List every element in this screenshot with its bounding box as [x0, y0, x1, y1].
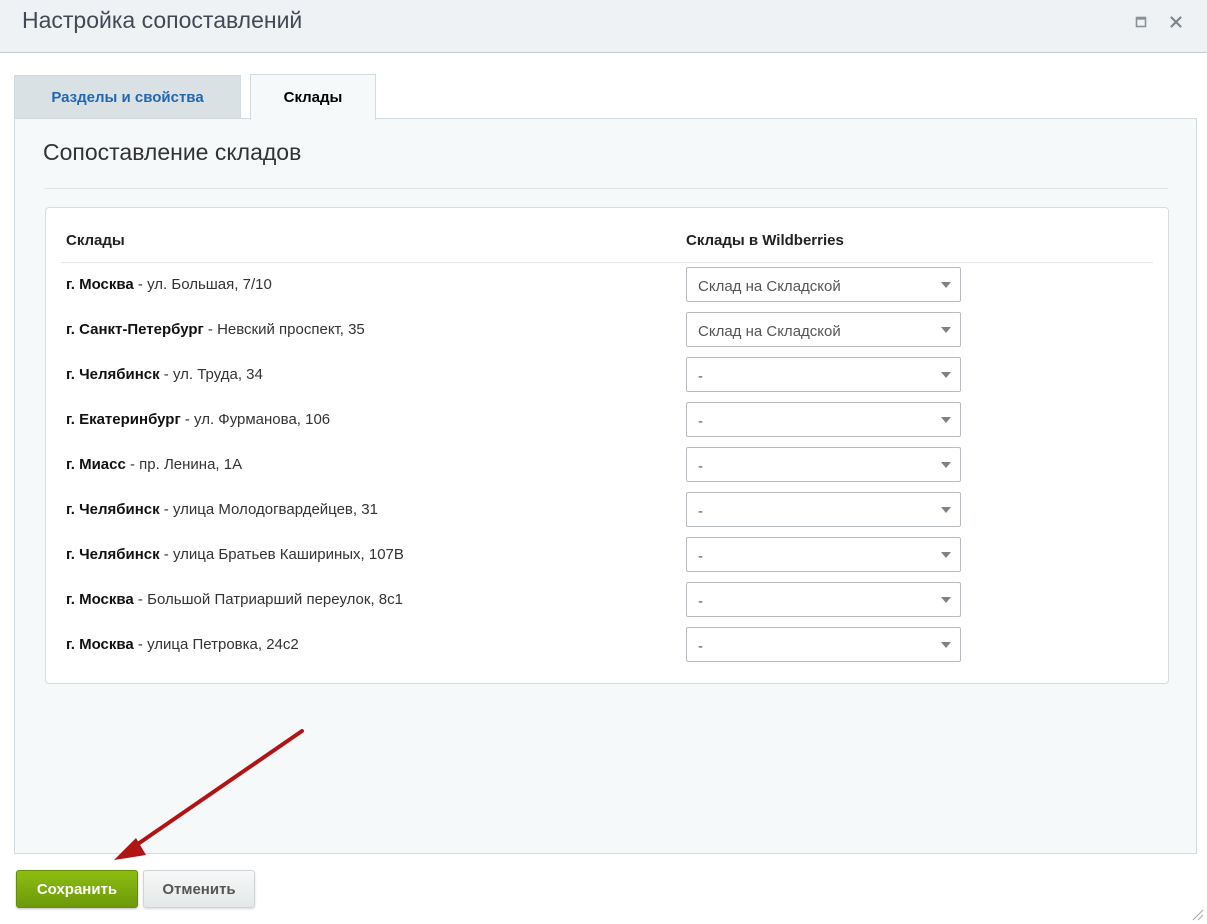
tab-stores[interactable]: Склады [250, 74, 376, 120]
table-row: г. Екатеринбург - ул. Фурманова, 106 - [46, 398, 1170, 443]
wildberries-store-select[interactable]: - [686, 627, 961, 662]
wildberries-store-select[interactable]: - [686, 537, 961, 572]
table-row: г. Челябинск - ул. Труда, 34 - [46, 353, 1170, 398]
settings-dialog: Настройка сопоставлений Разделы и свойст… [0, 0, 1207, 924]
chevron-down-icon [941, 597, 951, 603]
store-street: - ул. Труда, 34 [159, 366, 263, 383]
tab-content-panel: Сопоставление складов Склады Склады в Wi… [14, 118, 1197, 854]
store-address: г. Санкт-Петербург - Невский проспект, 3… [66, 321, 365, 338]
maximize-icon[interactable] [1131, 12, 1151, 32]
store-city: г. Москва [66, 636, 134, 653]
store-address: г. Челябинск - улица Братьев Кашириных, … [66, 546, 404, 563]
section-heading: Сопоставление складов [43, 139, 302, 165]
store-street: - улица Братьев Кашириных, 107В [159, 546, 404, 563]
wildberries-store-select[interactable]: Склад на Складской [686, 267, 961, 302]
store-street: - Большой Патриарший переулок, 8с1 [133, 591, 403, 608]
chevron-down-icon [941, 552, 951, 558]
select-value: - [698, 593, 703, 610]
store-address: г. Москва - улица Петровка, 24с2 [66, 636, 299, 653]
select-value: Склад на Складской [698, 278, 841, 295]
dialog-titlebar: Настройка сопоставлений [0, 0, 1207, 53]
save-button[interactable]: Сохранить [16, 870, 138, 908]
select-value: - [698, 458, 703, 475]
column-header-stores: Склады [66, 232, 125, 249]
wildberries-store-select[interactable]: - [686, 492, 961, 527]
chevron-down-icon [941, 642, 951, 648]
table-row: г. Москва - ул. Большая, 7/10 Склад на С… [46, 263, 1170, 308]
store-address: г. Москва - Большой Патриарший переулок,… [66, 591, 403, 608]
divider [44, 188, 1168, 189]
wildberries-store-select[interactable]: - [686, 402, 961, 437]
store-address: г. Москва - ул. Большая, 7/10 [66, 276, 272, 293]
store-address: г. Миасс - пр. Ленина, 1А [66, 456, 242, 473]
store-city: г. Москва [66, 276, 134, 293]
store-address: г. Екатеринбург - ул. Фурманова, 106 [66, 411, 330, 428]
select-value: - [698, 503, 703, 520]
store-address: г. Челябинск - ул. Труда, 34 [66, 366, 263, 383]
table-row: г. Санкт-Петербург - Невский проспект, 3… [46, 308, 1170, 353]
table-row: г. Москва - Большой Патриарший переулок,… [46, 578, 1170, 623]
cancel-button[interactable]: Отменить [143, 870, 255, 908]
store-street: - улица Молодогвардейцев, 31 [159, 501, 378, 518]
select-value: - [698, 548, 703, 565]
mapping-table: Склады Склады в Wildberries г. Москва - … [45, 207, 1169, 684]
select-value: - [698, 413, 703, 430]
chevron-down-icon [941, 372, 951, 378]
chevron-down-icon [941, 507, 951, 513]
store-city: г. Челябинск [66, 501, 160, 518]
select-value: Склад на Складской [698, 323, 841, 340]
close-icon[interactable] [1166, 12, 1186, 32]
store-street: - улица Петровка, 24с2 [133, 636, 299, 653]
store-city: г. Миасс [66, 456, 126, 473]
resize-grip-icon[interactable] [1190, 907, 1204, 921]
chevron-down-icon [941, 462, 951, 468]
table-row: г. Челябинск - улица Братьев Кашириных, … [46, 533, 1170, 578]
column-header-wildberries: Склады в Wildberries [686, 232, 844, 249]
store-street: - Невский проспект, 35 [203, 321, 365, 338]
chevron-down-icon [941, 417, 951, 423]
table-row: г. Москва - улица Петровка, 24с2 - [46, 623, 1170, 668]
chevron-down-icon [941, 282, 951, 288]
select-value: - [698, 368, 703, 385]
store-street: - ул. Фурманова, 106 [180, 411, 331, 428]
wildberries-store-select[interactable]: Склад на Складской [686, 312, 961, 347]
chevron-down-icon [941, 327, 951, 333]
store-city: г. Челябинск [66, 366, 160, 383]
store-city: г. Москва [66, 591, 134, 608]
store-address: г. Челябинск - улица Молодогвардейцев, 3… [66, 501, 378, 518]
wildberries-store-select[interactable]: - [686, 357, 961, 392]
wildberries-store-select[interactable]: - [686, 582, 961, 617]
wildberries-store-select[interactable]: - [686, 447, 961, 482]
store-city: г. Екатеринбург [66, 411, 181, 428]
table-row: г. Челябинск - улица Молодогвардейцев, 3… [46, 488, 1170, 533]
dialog-title: Настройка сопоставлений [22, 7, 303, 33]
store-city: г. Челябинск [66, 546, 160, 563]
store-city: г. Санкт-Петербург [66, 321, 204, 338]
tab-sections-properties[interactable]: Разделы и свойства [14, 75, 241, 118]
select-value: - [698, 638, 703, 655]
store-street: - пр. Ленина, 1А [125, 456, 243, 473]
table-row: г. Миасс - пр. Ленина, 1А - [46, 443, 1170, 488]
store-street: - ул. Большая, 7/10 [133, 276, 272, 293]
